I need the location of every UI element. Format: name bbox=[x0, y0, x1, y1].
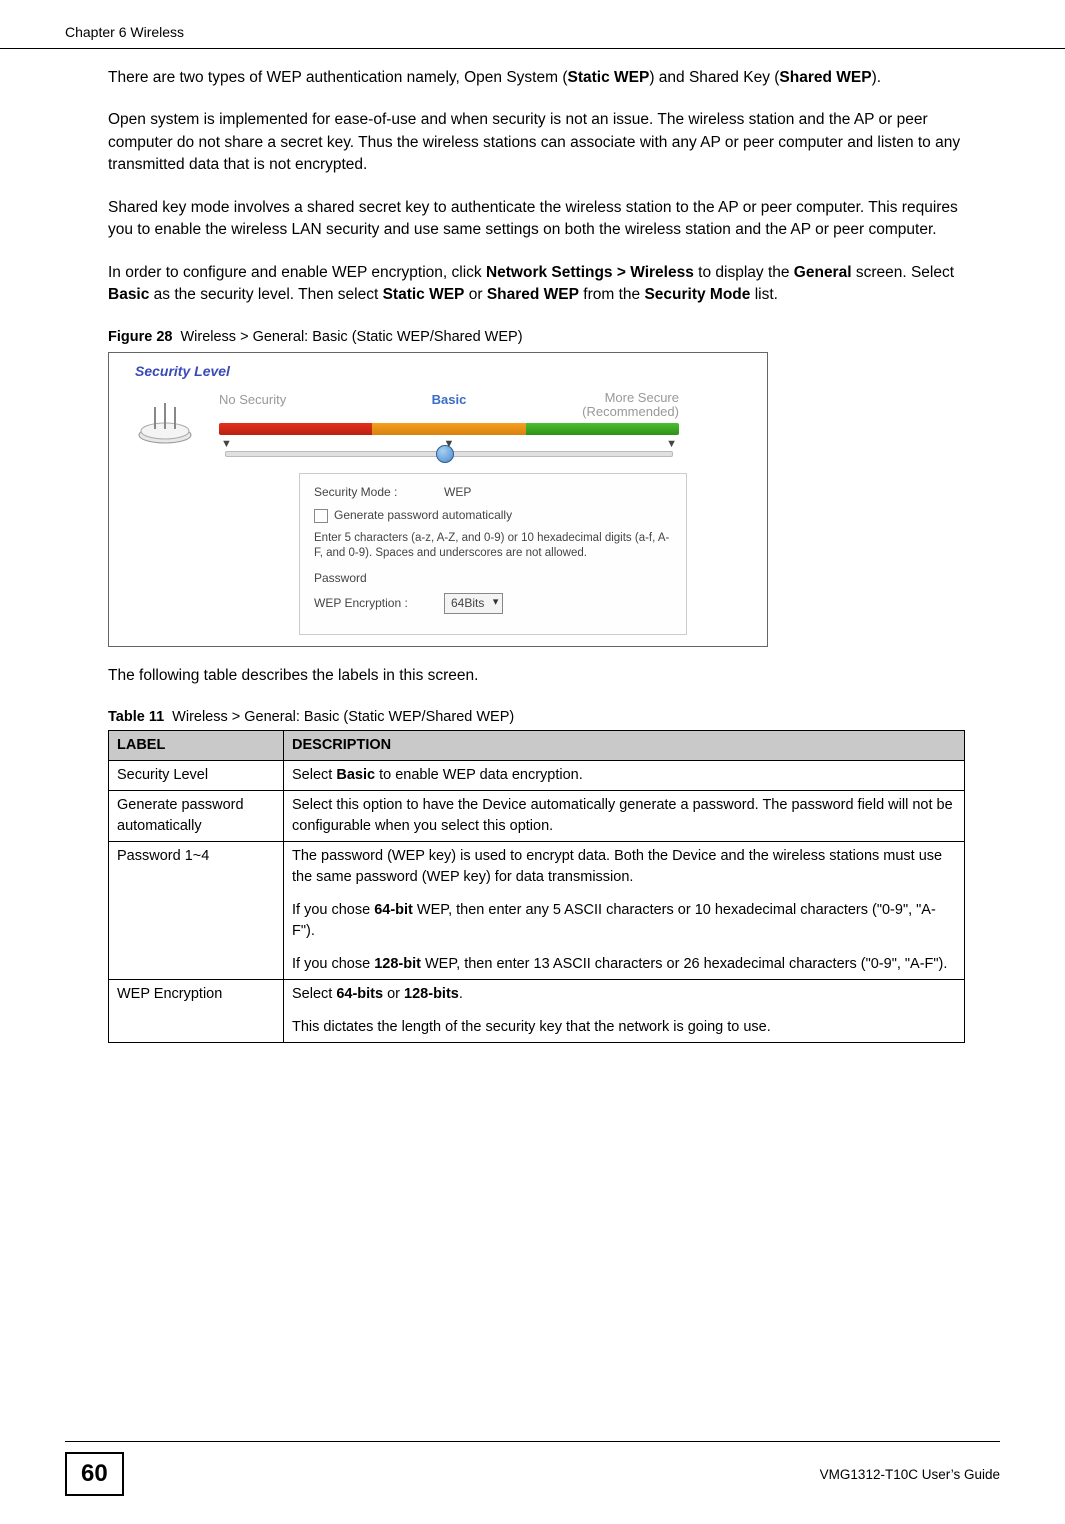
table-row: Generate password automatically Select t… bbox=[109, 791, 965, 842]
security-level-bar: No Security Basic More Secure (Recommend… bbox=[219, 391, 679, 454]
text: There are two types of WEP authenticatio… bbox=[108, 69, 567, 86]
text: In order to configure and enable WEP enc… bbox=[108, 264, 486, 281]
security-level-label: Security Level bbox=[135, 361, 230, 381]
bold-text: 64-bits bbox=[336, 986, 383, 1002]
text: . bbox=[459, 986, 463, 1002]
generate-password-checkbox[interactable] bbox=[314, 509, 328, 523]
bar-segment-red bbox=[219, 423, 372, 435]
wep-encryption-row: WEP Encryption : 64Bits bbox=[314, 593, 672, 614]
color-bar bbox=[219, 423, 679, 435]
bold-text: Network Settings > Wireless bbox=[486, 264, 694, 281]
wep-encryption-label: WEP Encryption : bbox=[314, 595, 444, 612]
paragraph-4: In order to configure and enable WEP enc… bbox=[108, 262, 965, 307]
row-desc: Select this option to have the Device au… bbox=[284, 791, 965, 842]
col-label-header: LABEL bbox=[109, 731, 284, 761]
text: from the bbox=[579, 286, 644, 303]
more-secure-line1: More Secure bbox=[526, 391, 679, 405]
row-label: WEP Encryption bbox=[109, 980, 284, 1043]
text: or bbox=[383, 986, 404, 1002]
figure-title: Wireless > General: Basic (Static WEP/Sh… bbox=[180, 329, 522, 345]
bold-text: Static WEP bbox=[567, 69, 649, 86]
table-row: Security Level Select Basic to enable WE… bbox=[109, 761, 965, 791]
figure-caption: Figure 28 Wireless > General: Basic (Stat… bbox=[108, 327, 965, 348]
footer-row: 60 VMG1312-T10C User’s Guide bbox=[65, 1452, 1000, 1496]
text-block: Select 64-bits or 128-bits. bbox=[292, 984, 956, 1005]
row-desc: Select Basic to enable WEP data encrypti… bbox=[284, 761, 965, 791]
page-number: 60 bbox=[65, 1452, 124, 1496]
bold-text: Shared WEP bbox=[487, 286, 579, 303]
bold-text: General bbox=[794, 264, 852, 281]
bold-text: Security Mode bbox=[644, 286, 750, 303]
row-label: Security Level bbox=[109, 761, 284, 791]
table-number: Table 11 bbox=[108, 709, 164, 725]
text: to display the bbox=[694, 264, 794, 281]
row-desc: The password (WEP key) is used to encryp… bbox=[284, 842, 965, 980]
text: If you chose bbox=[292, 956, 374, 972]
col-desc-header: DESCRIPTION bbox=[284, 731, 965, 761]
password-label: Password bbox=[314, 570, 444, 587]
bold-text: 64-bit bbox=[374, 902, 413, 918]
bold-text: Static WEP bbox=[383, 286, 465, 303]
page-footer: 60 VMG1312-T10C User’s Guide bbox=[0, 1441, 1065, 1496]
table-row: WEP Encryption Select 64-bits or 128-bit… bbox=[109, 980, 965, 1043]
text: Select bbox=[292, 986, 336, 1002]
text: or bbox=[464, 286, 486, 303]
bold-text: 128-bit bbox=[374, 956, 421, 972]
bold-text: Basic bbox=[336, 767, 375, 783]
bold-text: Shared WEP bbox=[779, 69, 871, 86]
wep-encryption-dropdown[interactable]: 64Bits bbox=[444, 593, 503, 614]
text: screen. Select bbox=[852, 264, 955, 281]
paragraph-1: There are two types of WEP authenticatio… bbox=[108, 67, 965, 89]
row-label: Password 1~4 bbox=[109, 842, 284, 980]
text: WEP, then enter 13 ASCII characters or 2… bbox=[421, 956, 947, 972]
text: to enable WEP data encryption. bbox=[375, 767, 583, 783]
footer-divider bbox=[65, 1441, 1000, 1442]
password-row: Password bbox=[314, 570, 672, 587]
text: list. bbox=[750, 286, 778, 303]
row-desc: Select 64-bits or 128-bits. This dictate… bbox=[284, 980, 965, 1043]
text: Select bbox=[292, 767, 336, 783]
generate-password-row: Generate password automatically bbox=[314, 507, 672, 524]
more-secure-label: More Secure (Recommended) bbox=[526, 391, 679, 420]
table-header-row: LABEL DESCRIPTION bbox=[109, 731, 965, 761]
bar-segment-green bbox=[526, 423, 679, 435]
page-header: Chapter 6 Wireless bbox=[0, 0, 1065, 49]
password-hint: Enter 5 characters (a-z, A-Z, and 0-9) o… bbox=[314, 531, 672, 562]
table-title: Wireless > General: Basic (Static WEP/Sh… bbox=[172, 709, 514, 725]
bold-text: Basic bbox=[108, 286, 149, 303]
antenna-icon bbox=[135, 401, 195, 445]
main-content: There are two types of WEP authenticatio… bbox=[0, 67, 1065, 1043]
text: If you chose bbox=[292, 902, 374, 918]
generate-password-label: Generate password automatically bbox=[334, 507, 512, 524]
chapter-title: Chapter 6 Wireless bbox=[65, 24, 184, 40]
security-mode-value: WEP bbox=[444, 484, 672, 501]
text: This dictates the length of the security… bbox=[292, 1017, 956, 1038]
text-block: If you chose 64-bit WEP, then enter any … bbox=[292, 900, 956, 942]
paragraph-2: Open system is implemented for ease-of-u… bbox=[108, 109, 965, 176]
text: ). bbox=[872, 69, 881, 86]
slider-knob[interactable] bbox=[436, 445, 454, 463]
level-labels: No Security Basic More Secure (Recommend… bbox=[219, 391, 679, 420]
security-mode-label: Security Mode : bbox=[314, 484, 444, 501]
basic-label: Basic bbox=[372, 391, 525, 420]
paragraph-3: Shared key mode involves a shared secret… bbox=[108, 197, 965, 242]
text-block: If you chose 128-bit WEP, then enter 13 … bbox=[292, 954, 956, 975]
text: ) and Shared Key ( bbox=[649, 69, 779, 86]
table-row: Password 1~4 The password (WEP key) is u… bbox=[109, 842, 965, 980]
table-caption: Table 11 Wireless > General: Basic (Stati… bbox=[108, 707, 965, 728]
more-secure-line2: (Recommended) bbox=[526, 405, 679, 419]
no-security-label: No Security bbox=[219, 391, 372, 420]
figure-28: Security Level No Security Basic More Se… bbox=[108, 352, 768, 647]
security-settings-panel: Security Mode : WEP Generate password au… bbox=[299, 473, 687, 636]
bar-segment-orange bbox=[372, 423, 525, 435]
guide-title: VMG1312-T10C User’s Guide bbox=[820, 1467, 1000, 1482]
row-label: Generate password automatically bbox=[109, 791, 284, 842]
text: as the security level. Then select bbox=[149, 286, 382, 303]
bold-text: 128-bits bbox=[404, 986, 459, 1002]
security-mode-row: Security Mode : WEP bbox=[314, 484, 672, 501]
text: The password (WEP key) is used to encryp… bbox=[292, 846, 956, 888]
below-figure-text: The following table describes the labels… bbox=[108, 665, 965, 687]
figure-number: Figure 28 bbox=[108, 329, 172, 345]
table-11: LABEL DESCRIPTION Security Level Select … bbox=[108, 730, 965, 1043]
